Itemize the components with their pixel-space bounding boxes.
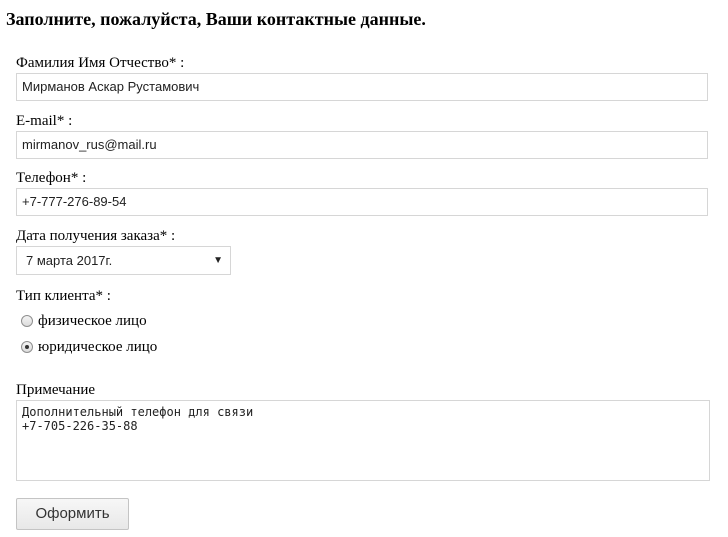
submit-button[interactable]: Оформить: [16, 498, 129, 530]
order-date-value: 7 марта 2017г.: [26, 253, 113, 268]
form-heading: Заполните, пожалуйста, Ваши контактные д…: [6, 9, 426, 29]
radio-button-individual[interactable]: [21, 315, 33, 327]
note-textarea[interactable]: Дополнительный телефон для связи +7-705-…: [16, 400, 710, 481]
client-type-label: Тип клиента* :: [16, 288, 111, 304]
radio-option-individual[interactable]: физическое лицо: [21, 312, 147, 330]
full-name-input[interactable]: Мирманов Аскар Рустамович: [16, 73, 708, 101]
radio-button-legal-entity[interactable]: [21, 341, 33, 353]
radio-label-legal-entity: юридическое лицо: [38, 338, 158, 355]
phone-input[interactable]: +7-777-276-89-54: [16, 188, 708, 216]
order-date-label: Дата получения заказа* :: [16, 228, 176, 244]
phone-label: Телефон* :: [16, 170, 87, 186]
radio-option-legal-entity[interactable]: юридическое лицо: [21, 338, 157, 356]
radio-label-individual: физическое лицо: [38, 312, 147, 329]
note-label: Примечание: [16, 382, 96, 398]
full-name-label: Фамилия Имя Отчество* :: [16, 55, 185, 71]
email-input[interactable]: mirmanov_rus@mail.ru: [16, 131, 708, 159]
order-date-select[interactable]: 7 марта 2017г. ▼: [16, 246, 231, 275]
email-label: E-mail* :: [16, 113, 73, 129]
chevron-down-icon: ▼: [213, 255, 223, 266]
